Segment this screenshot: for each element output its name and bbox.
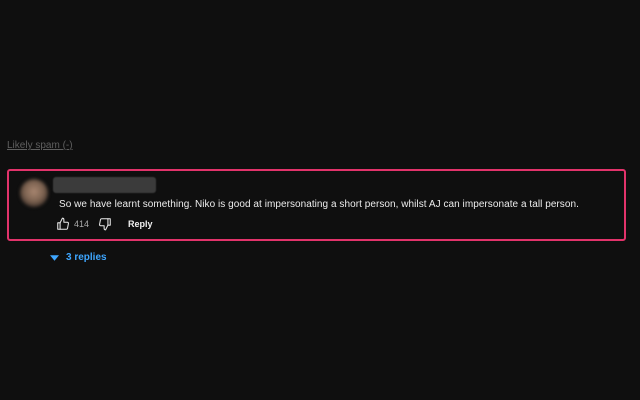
highlighted-comment: So we have learnt something. Niko is goo… — [7, 169, 626, 241]
thumb-up-icon — [57, 217, 69, 230]
replies-count-label: 3 replies — [66, 252, 107, 263]
avatar[interactable] — [20, 179, 48, 207]
comment-actions: 414 Reply — [55, 216, 153, 232]
like-count: 414 — [74, 219, 90, 229]
view-replies-toggle[interactable]: 3 replies — [50, 252, 107, 263]
comment-text: So we have learnt something. Niko is goo… — [59, 199, 579, 210]
author-name-redacted[interactable] — [53, 177, 156, 193]
dislike-button[interactable] — [97, 216, 113, 232]
like-button[interactable] — [55, 216, 71, 232]
thumb-down-icon — [99, 218, 111, 231]
reply-button[interactable]: Reply — [128, 219, 153, 229]
caret-down-icon — [50, 254, 59, 261]
likely-spam-link[interactable]: Likely spam (-) — [7, 140, 73, 151]
